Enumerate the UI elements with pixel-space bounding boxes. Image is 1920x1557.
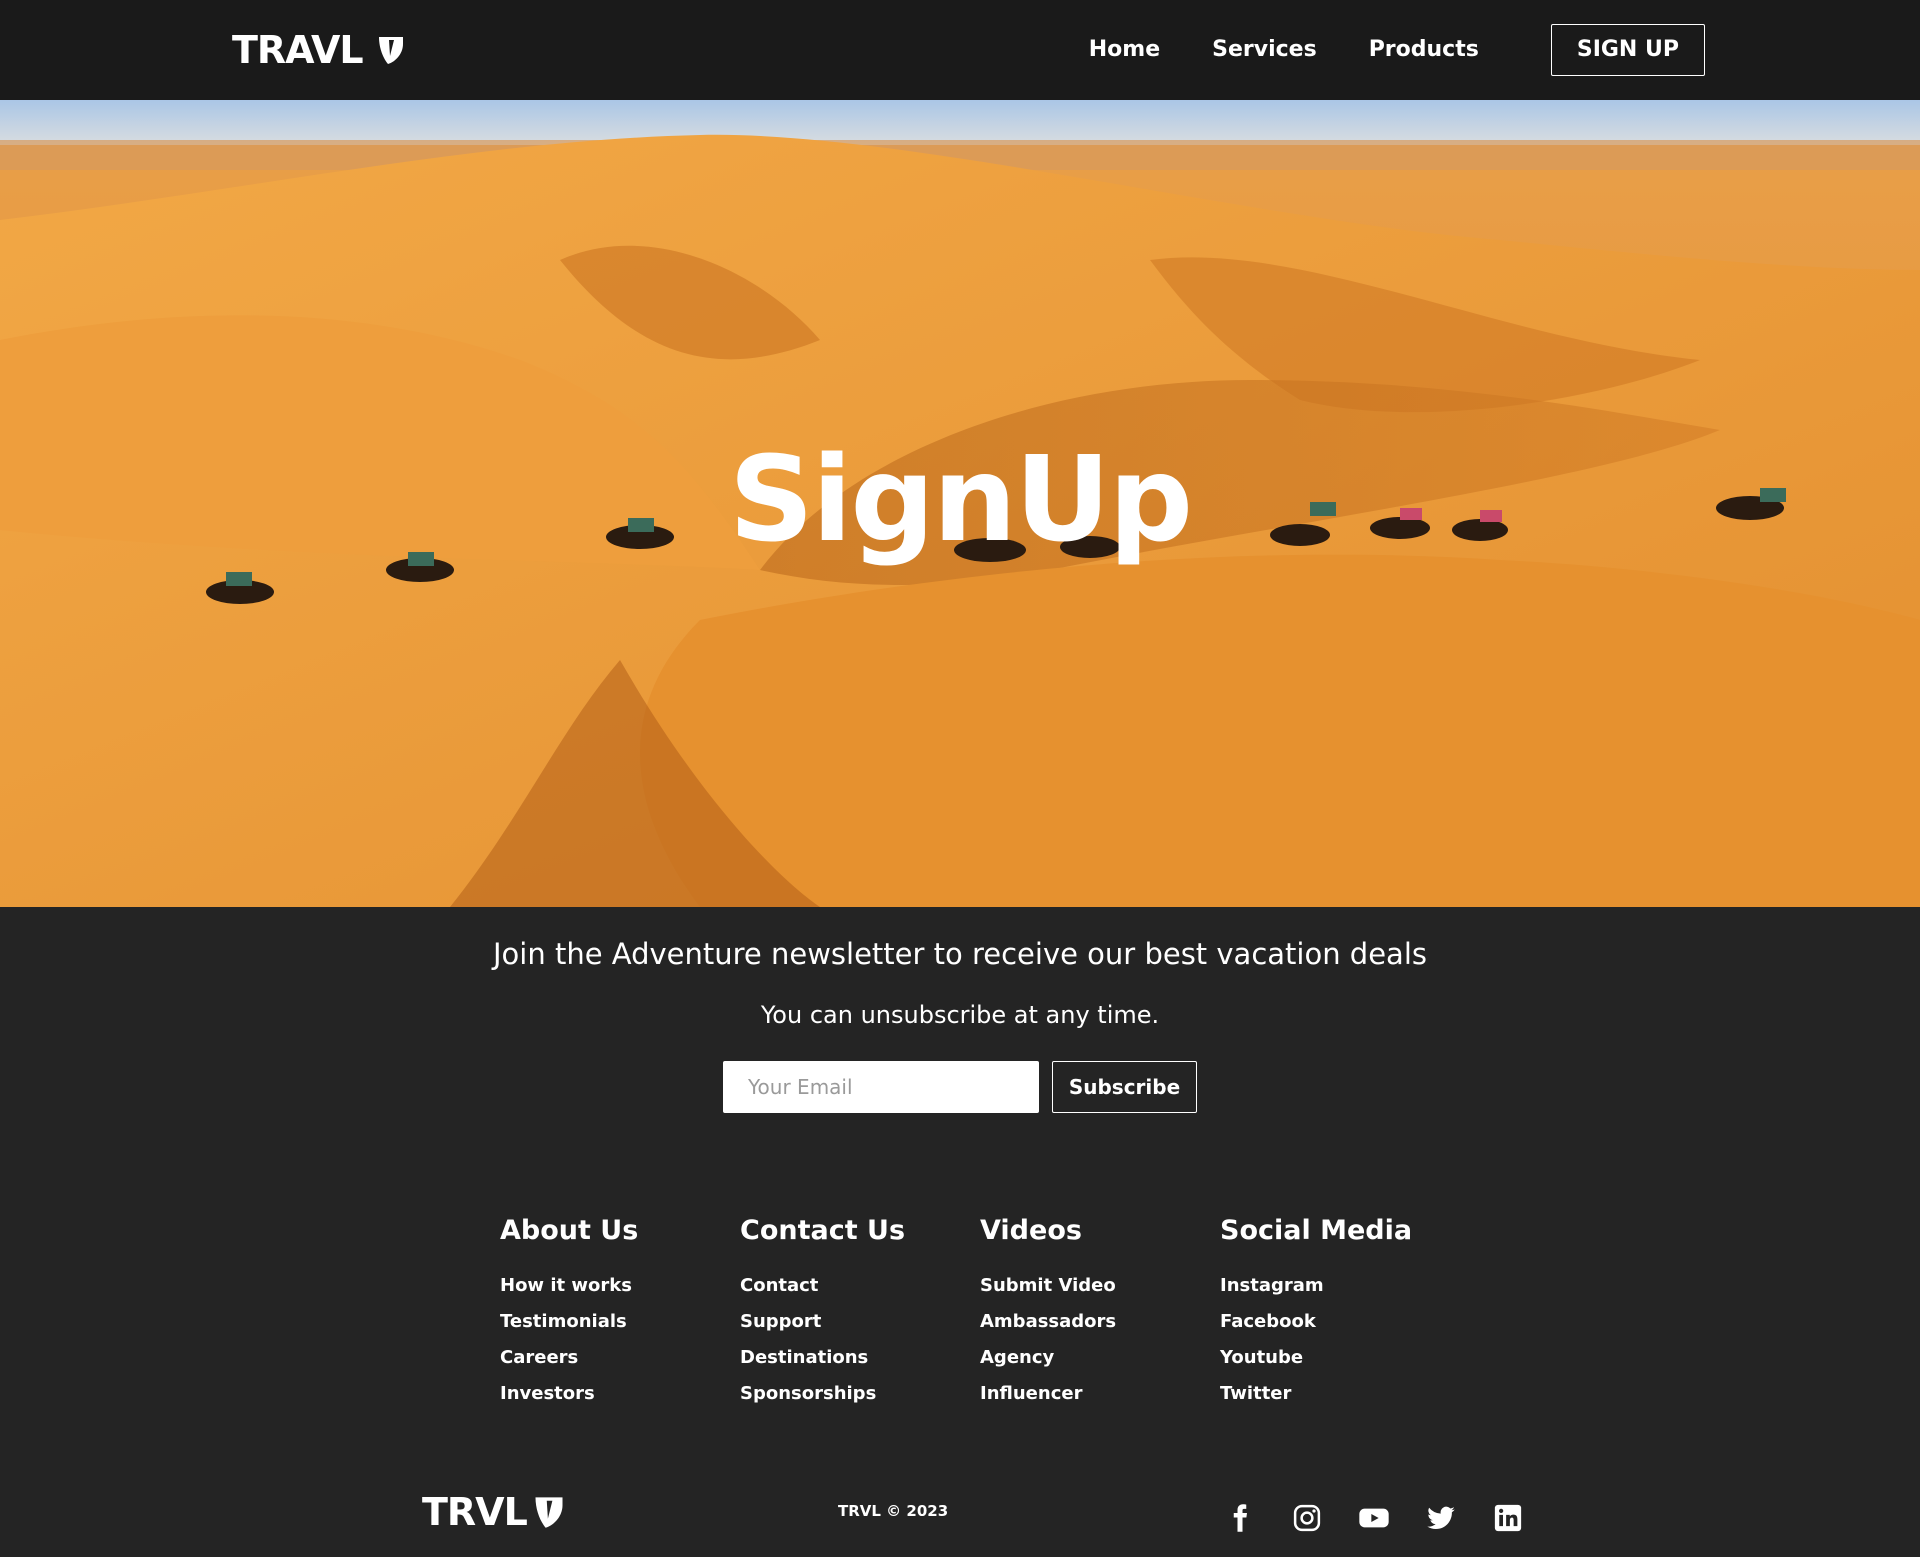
footer-logo[interactable]: TRVL [422, 1490, 567, 1534]
footer-link-investors[interactable]: Investors [500, 1376, 740, 1412]
footer-column-videos: Videos Submit Video Ambassadors Agency I… [980, 1215, 1220, 1412]
instagram-icon[interactable] [1289, 1500, 1325, 1536]
footer-logo-text: TRVL [422, 1490, 528, 1534]
footer-links: About Us How it works Testimonials Caree… [500, 1215, 1460, 1412]
subscribe-button[interactable]: Subscribe [1052, 1061, 1197, 1113]
footer-link-contact[interactable]: Contact [740, 1268, 980, 1304]
youtube-icon[interactable] [1356, 1500, 1392, 1536]
newsletter-heading: Join the Adventure newsletter to receive… [493, 937, 1427, 971]
footer-column-title: Videos [980, 1215, 1082, 1246]
footer-link-submit-video[interactable]: Submit Video [980, 1268, 1220, 1304]
footer-column-title: Contact Us [740, 1215, 906, 1246]
logo-shield-icon [378, 37, 403, 64]
footer-column-about: About Us How it works Testimonials Caree… [500, 1215, 740, 1412]
footer-column-title: About Us [500, 1215, 639, 1246]
social-icons [1222, 1500, 1557, 1536]
newsletter-form: Subscribe [0, 1061, 1920, 1113]
navbar: TRAVL Home Services Products SIGN UP [0, 0, 1920, 100]
footer-link-ambassadors[interactable]: Ambassadors [980, 1304, 1220, 1340]
footer-link-careers[interactable]: Careers [500, 1340, 740, 1376]
copyright-text: TRVL © 2023 [838, 1502, 949, 1520]
nav-link-home[interactable]: Home [1089, 24, 1160, 76]
footer-link-sponsorships[interactable]: Sponsorships [740, 1376, 980, 1412]
newsletter-section: Join the Adventure newsletter to receive… [0, 907, 1920, 1113]
hero-section: SignUp [0, 100, 1920, 907]
footer-link-youtube[interactable]: Youtube [1220, 1340, 1460, 1376]
linkedin-icon[interactable] [1490, 1500, 1526, 1536]
nav-link-services[interactable]: Services [1212, 24, 1317, 76]
footer-link-influencer[interactable]: Influencer [980, 1376, 1220, 1412]
footer-link-instagram[interactable]: Instagram [1220, 1268, 1460, 1304]
footer-column-social: Social Media Instagram Facebook Youtube … [1220, 1215, 1460, 1412]
footer-link-facebook[interactable]: Facebook [1220, 1304, 1460, 1340]
newsletter-subtext: You can unsubscribe at any time. [760, 1001, 1160, 1029]
navbar-logo[interactable]: TRAVL [232, 28, 407, 72]
footer-link-how-it-works[interactable]: How it works [500, 1268, 740, 1304]
facebook-icon[interactable] [1222, 1500, 1258, 1536]
hero-title: SignUp [728, 430, 1193, 568]
nav-link-products[interactable]: Products [1369, 24, 1479, 76]
footer-column-title: Social Media [1220, 1215, 1413, 1246]
logo-shield-icon [535, 1497, 563, 1528]
twitter-icon[interactable] [1423, 1500, 1459, 1536]
logo-text: TRAVL [232, 28, 364, 72]
footer-link-destinations[interactable]: Destinations [740, 1340, 980, 1376]
footer-link-support[interactable]: Support [740, 1304, 980, 1340]
footer-column-contact: Contact Us Contact Support Destinations … [740, 1215, 980, 1412]
email-input[interactable] [723, 1061, 1039, 1113]
footer-link-agency[interactable]: Agency [980, 1340, 1220, 1376]
nav-links: Home Services Products SIGN UP [1089, 24, 1705, 76]
footer-link-twitter[interactable]: Twitter [1220, 1376, 1460, 1412]
signup-button[interactable]: SIGN UP [1550, 24, 1705, 76]
footer-link-testimonials[interactable]: Testimonials [500, 1304, 740, 1340]
